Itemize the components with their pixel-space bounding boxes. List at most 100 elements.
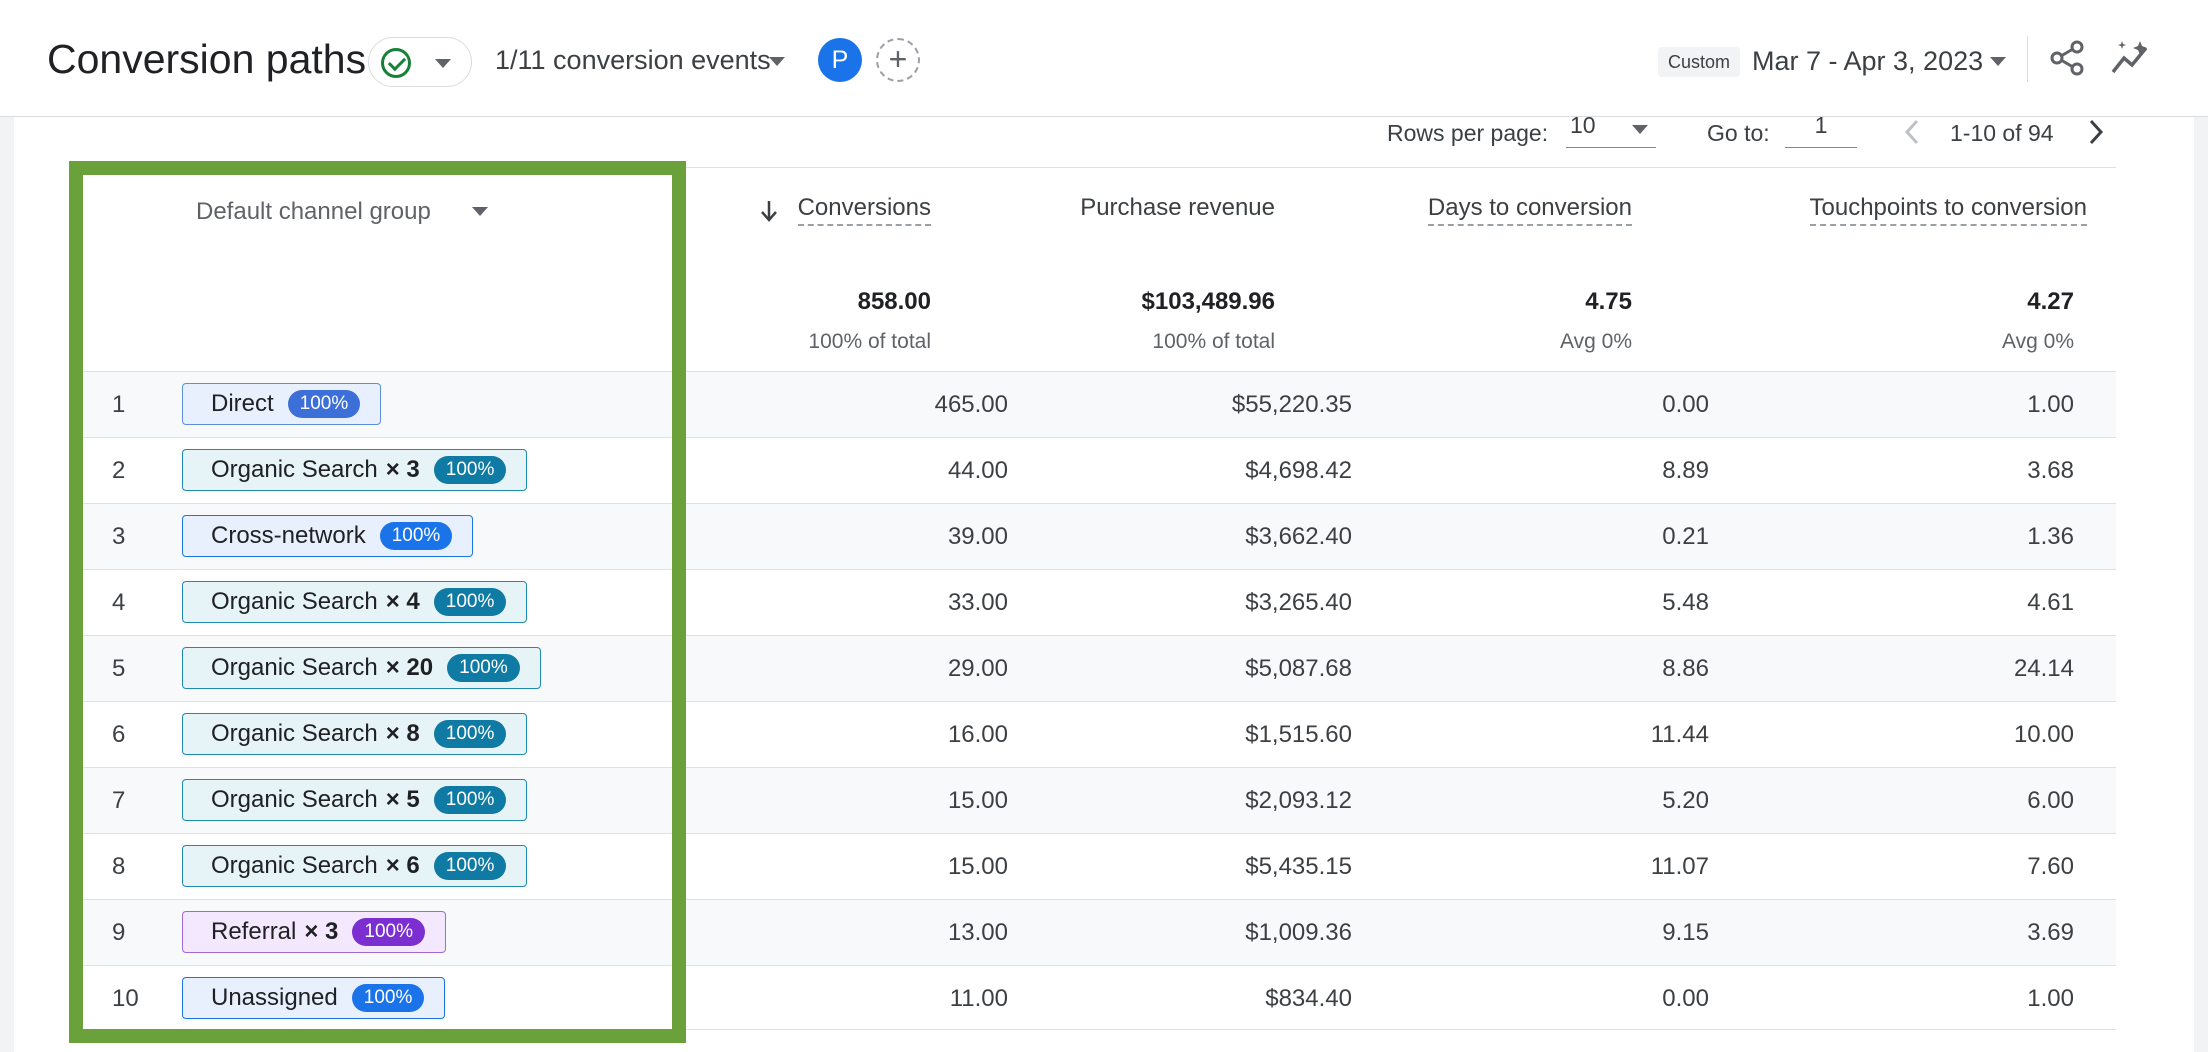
touchpoint-count: × 20 [385, 654, 434, 681]
chevron-left-icon[interactable] [1898, 117, 1928, 147]
conversion-events-selector[interactable]: 1/11 conversion events [495, 45, 771, 76]
channel-path-chip[interactable]: Direct 100% [182, 383, 382, 425]
page-range-label: 1-10 of 94 [1950, 120, 2054, 146]
insights-icon[interactable] [2110, 38, 2154, 78]
chevron-down-icon[interactable] [1990, 57, 2006, 66]
total-days-to-conversion: 4.75 [1585, 288, 1632, 315]
report-header: Conversion paths 1/11 conversion events … [0, 0, 2208, 117]
channel-name: Organic Search [211, 720, 378, 747]
add-comparison-button[interactable]: + [876, 38, 920, 82]
cell-purchase-revenue: $5,435.15 [1245, 853, 1352, 880]
column-header-touchpoints[interactable]: Touchpoints to conversion [1809, 194, 2087, 226]
cell-touchpoints: 3.69 [2027, 919, 2074, 946]
row-number: 4 [112, 589, 126, 616]
channel-path-chip[interactable]: Cross-network 100% [182, 515, 474, 557]
chevron-right-icon[interactable] [2080, 117, 2110, 147]
cell-purchase-revenue: $1,009.36 [1245, 919, 1352, 946]
toolbar-divider [2027, 36, 2028, 82]
channel-path-chip[interactable]: Referral × 3 100% [182, 911, 446, 953]
cell-purchase-revenue: $55,220.35 [1231, 391, 1352, 418]
row-number: 7 [112, 787, 126, 814]
table-row[interactable]: 1 Direct 100% 465.00 $55,220.35 0.00 1.00 [78, 371, 2116, 437]
cell-touchpoints: 3.68 [2027, 457, 2074, 484]
share-badge: 100% [351, 984, 425, 1012]
goto-label: Go to: [1707, 120, 1770, 146]
table-row[interactable]: 2 Organic Search × 3 100% 44.00 $4,698.42 8.89… [78, 437, 2116, 503]
chevron-down-icon [435, 59, 451, 68]
cell-conversions: 33.00 [947, 589, 1008, 616]
channel-path-chip[interactable]: Organic Search × 6 100% [182, 845, 528, 887]
channel-path-chip[interactable]: Organic Search × 20 100% [182, 647, 541, 689]
channel-path-chip[interactable]: Organic Search × 8 100% [182, 713, 528, 755]
chevron-down-icon[interactable] [769, 57, 785, 66]
table-row[interactable]: 7 Organic Search × 5 100% 15.00 $2,093.12 5.20… [78, 767, 2116, 833]
cell-purchase-revenue: $834.40 [1265, 985, 1352, 1012]
column-header-purchase-revenue[interactable]: Purchase revenue [1080, 194, 1275, 222]
table-row[interactable]: 9 Referral × 3 100% 13.00 $1,009.36 9.15 3.69 [78, 899, 2116, 965]
share-badge: 100% [433, 852, 507, 880]
share-badge: 100% [433, 456, 507, 484]
share-badge: 100% [433, 720, 507, 748]
channel-path-chip[interactable]: Organic Search × 3 100% [182, 449, 528, 491]
dimension-header[interactable]: Default channel group [196, 198, 431, 226]
table-row[interactable]: 6 Organic Search × 8 100% 16.00 $1,515.60 11.4… [78, 701, 2116, 767]
check-circle-icon [381, 48, 411, 78]
cell-conversions: 44.00 [947, 457, 1008, 484]
row-number: 10 [112, 985, 139, 1012]
cell-conversions: 15.00 [947, 787, 1008, 814]
comparison-avatar[interactable]: P [818, 38, 862, 82]
row-number: 5 [112, 655, 126, 682]
cell-touchpoints: 1.36 [2027, 523, 2074, 550]
cell-conversions: 13.00 [947, 919, 1008, 946]
table-row[interactable]: 5 Organic Search × 20 100% 29.00 $5,087.68 8.8… [78, 635, 2116, 701]
channel-name: Cross-network [211, 522, 366, 549]
touchpoint-count: × 5 [385, 786, 420, 813]
table-row[interactable]: 4 Organic Search × 4 100% 33.00 $3,265.40 5.48… [78, 569, 2116, 635]
share-badge: 100% [287, 390, 361, 418]
cell-days-to-conversion: 8.89 [1662, 457, 1709, 484]
share-badge: 100% [352, 918, 425, 946]
cell-touchpoints: 10.00 [2013, 721, 2074, 748]
date-range-picker[interactable]: Mar 7 - Apr 3, 2023 [1752, 46, 1983, 77]
cell-days-to-conversion: 5.20 [1662, 787, 1709, 814]
chevron-down-icon[interactable] [472, 207, 488, 216]
channel-name: Organic Search [211, 786, 378, 813]
cell-touchpoints: 24.14 [2013, 655, 2074, 682]
channel-path-chip[interactable]: Organic Search × 4 100% [182, 581, 528, 623]
touchpoint-count: × 4 [385, 588, 420, 615]
touchpoint-count: × 8 [385, 720, 420, 747]
column-header-conversions[interactable]: Conversions [797, 194, 931, 226]
channel-name: Unassigned [211, 984, 338, 1011]
cell-purchase-revenue: $4,698.42 [1245, 457, 1352, 484]
touchpoint-count: × 3 [304, 918, 339, 945]
channel-name: Organic Search [211, 654, 378, 681]
channel-name: Direct [211, 390, 274, 417]
cell-days-to-conversion: 11.07 [1650, 853, 1709, 880]
total-purchase-revenue: $103,489.96 [1141, 288, 1275, 315]
column-header-days-to-conversion[interactable]: Days to conversion [1427, 194, 1632, 226]
cell-days-to-conversion: 8.86 [1662, 655, 1709, 682]
rows-per-page-select[interactable]: 10 [1566, 112, 1656, 148]
report-status-dropdown[interactable] [368, 37, 472, 87]
table-row[interactable]: 8 Organic Search × 6 100% 15.00 $5,435.15 11.0… [78, 833, 2116, 899]
row-number: 6 [112, 721, 126, 748]
cell-purchase-revenue: $3,662.40 [1245, 523, 1352, 550]
channel-path-chip[interactable]: Organic Search × 5 100% [182, 779, 528, 821]
rows-per-page-label: Rows per page: [1387, 120, 1549, 146]
table-row[interactable]: 3 Cross-network 100% 39.00 $3,662.40 0.21 1.36 [78, 503, 2116, 569]
total-conversions: 858.00 [857, 288, 931, 315]
goto-page-input[interactable]: 1 [1785, 112, 1857, 148]
channel-path-chip[interactable]: Unassigned 100% [182, 977, 446, 1019]
share-icon[interactable] [2049, 40, 2085, 76]
share-badge: 100% [433, 786, 507, 814]
cell-conversions: 15.00 [947, 853, 1008, 880]
row-number: 1 [112, 391, 126, 418]
cell-conversions: 16.00 [947, 721, 1008, 748]
cell-purchase-revenue: $3,265.40 [1245, 589, 1352, 616]
row-number: 8 [112, 853, 126, 880]
table-row[interactable]: 10 Unassigned 100% 11.00 $834.40 0.00 1.00 [78, 965, 2116, 1031]
cell-touchpoints: 1.00 [2027, 985, 2074, 1012]
row-number: 3 [112, 523, 126, 550]
sort-descending-icon[interactable] [759, 198, 779, 224]
row-number: 9 [112, 919, 126, 946]
